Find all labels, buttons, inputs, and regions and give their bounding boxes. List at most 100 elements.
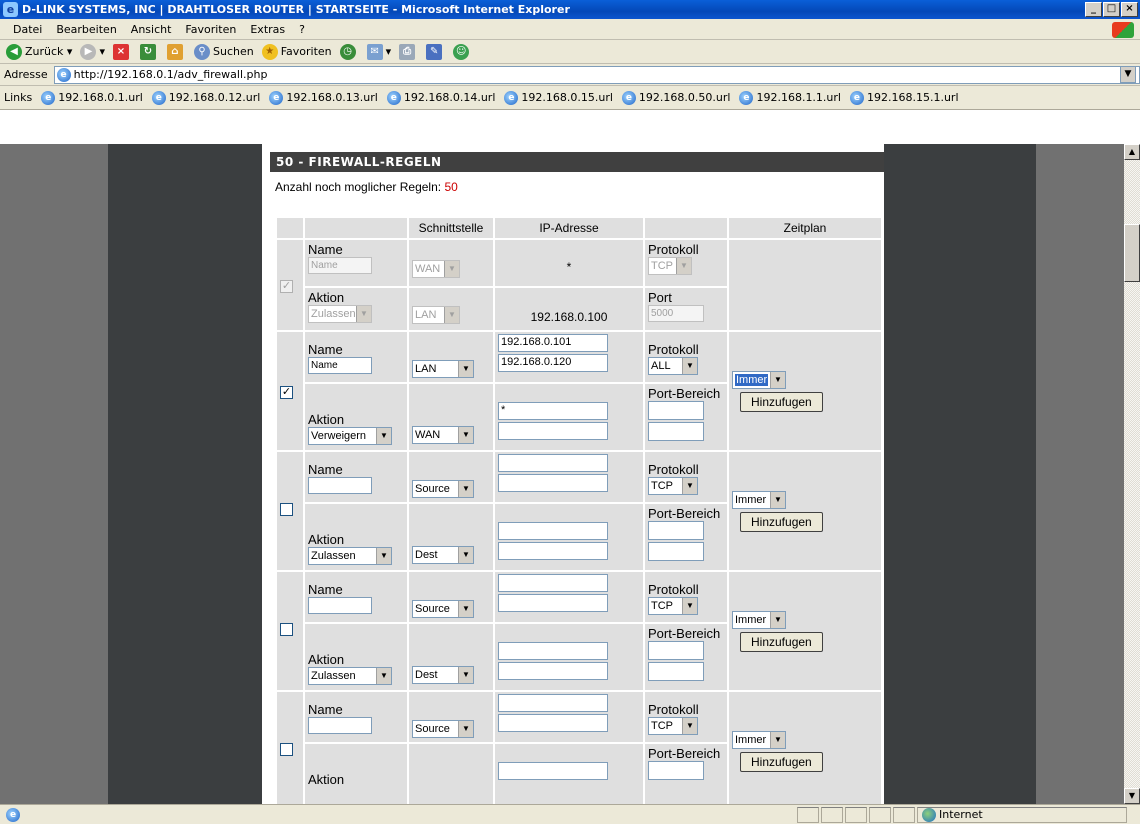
link-item[interactable]: e 192.168.0.15.url — [504, 90, 613, 105]
link-item[interactable]: e 192.168.15.1.url — [849, 90, 959, 105]
stop-button[interactable]: × — [112, 43, 132, 60]
favorites-button[interactable]: ★ Favoriten — [261, 43, 332, 60]
rule-name-input[interactable] — [308, 597, 372, 614]
rule-name-input[interactable] — [308, 477, 372, 494]
dest-interface-select[interactable]: WAN ▼ — [412, 426, 474, 444]
back-button[interactable]: ◀ Zurück ▾ — [6, 43, 72, 60]
link-item[interactable]: e 192.168.0.1.url — [41, 90, 143, 105]
history-button[interactable]: ◷ — [339, 43, 359, 60]
address-dropdown-button[interactable]: ▼ — [1120, 66, 1136, 83]
chevron-down-icon: ▼ — [376, 548, 391, 564]
menu-ansicht[interactable]: Ansicht — [131, 23, 172, 36]
menu-bearbeiten[interactable]: Bearbeiten — [56, 23, 116, 36]
protocol-select[interactable]: ALL ▼ — [648, 357, 698, 375]
rule-name-input[interactable]: Name — [308, 257, 372, 274]
port-input[interactable]: 5000 — [648, 305, 704, 322]
link-item[interactable]: e 192.168.0.50.url — [621, 90, 730, 105]
print-button[interactable]: ⎙ — [399, 43, 418, 60]
dest-ip-end-input[interactable] — [498, 542, 608, 560]
port-end-input[interactable] — [648, 422, 704, 441]
chevron-down-icon: ▼ — [682, 598, 697, 614]
menu-extras[interactable]: Extras — [250, 23, 285, 36]
schedule-select[interactable]: Immer ▼ — [732, 490, 786, 509]
menu-help[interactable]: ? — [299, 23, 305, 36]
address-input[interactable]: e http://192.168.0.1/adv_firewall.php — [53, 65, 1140, 84]
source-ip-start-input[interactable] — [498, 574, 608, 592]
port-range-label: Port-Bereich — [648, 506, 721, 521]
protocol-cell: Protokoll ALL ▼ — [645, 332, 727, 382]
source-interface-select[interactable]: Source ▼ — [412, 480, 474, 498]
source-ip-start-input[interactable]: 192.168.0.101 — [498, 334, 608, 352]
source-ip-end-input[interactable]: 192.168.0.120 — [498, 354, 608, 372]
forward-button[interactable]: ▶ ▾ — [80, 43, 105, 60]
rule-enable-checkbox[interactable] — [280, 503, 293, 516]
protocol-select[interactable]: TCP ▼ — [648, 477, 698, 495]
rule-enable-checkbox[interactable]: ✓ — [280, 279, 293, 293]
action-select[interactable]: Zulassen ▼ — [308, 667, 392, 685]
port-end-input[interactable] — [648, 542, 704, 561]
dest-ip-start-input[interactable] — [498, 642, 608, 660]
schedule-select[interactable]: Immer ▼ — [732, 610, 786, 629]
scroll-up-button[interactable]: ▲ — [1124, 144, 1140, 160]
rule-enable-checkbox[interactable]: ✓ — [280, 385, 293, 399]
protocol-select[interactable]: TCP ▼ — [648, 597, 698, 615]
rule-enable-checkbox[interactable] — [280, 743, 293, 756]
minimize-button[interactable]: _ — [1085, 2, 1102, 17]
source-ip-end-input[interactable] — [498, 594, 608, 612]
source-interface-select[interactable]: Source ▼ — [412, 720, 474, 738]
source-ip-end-input[interactable] — [498, 714, 608, 732]
dest-ip-end-input[interactable] — [498, 422, 608, 440]
port-start-input[interactable] — [648, 401, 704, 420]
add-schedule-button[interactable]: Hinzufugen — [740, 511, 823, 532]
dest-ip-start-input[interactable] — [498, 762, 608, 780]
link-item[interactable]: e 192.168.0.12.url — [151, 90, 260, 105]
action-select[interactable]: Zulassen ▼ — [308, 305, 372, 323]
status-segment — [893, 806, 915, 823]
port-start-input[interactable] — [648, 521, 704, 540]
protocol-label: Protokoll — [648, 702, 699, 717]
add-schedule-button[interactable]: Hinzufugen — [740, 631, 823, 652]
refresh-button[interactable]: ↻ — [139, 43, 159, 60]
action-select[interactable]: Zulassen ▼ — [308, 547, 392, 565]
dest-interface-select[interactable]: Dest ▼ — [412, 546, 474, 564]
dest-interface-select[interactable]: LAN ▼ — [412, 306, 460, 324]
port-start-input[interactable] — [648, 761, 704, 780]
menu-favoriten[interactable]: Favoriten — [185, 23, 236, 36]
schedule-select[interactable]: Immer ▼ — [732, 370, 786, 389]
close-button[interactable]: × — [1121, 2, 1138, 17]
edit-button[interactable]: ✎ — [426, 43, 445, 60]
maximize-button[interactable]: □ — [1103, 2, 1120, 17]
port-end-input[interactable] — [648, 662, 704, 681]
port-start-input[interactable] — [648, 641, 704, 660]
home-button[interactable]: ⌂ — [166, 43, 186, 60]
search-button[interactable]: ⚲ Suchen — [193, 43, 254, 60]
scroll-thumb[interactable] — [1124, 224, 1140, 282]
vertical-scrollbar[interactable]: ▲ ▼ — [1124, 144, 1140, 804]
source-ip-start-input[interactable] — [498, 694, 608, 712]
add-schedule-button[interactable]: Hinzufugen — [740, 391, 823, 412]
source-ip-end-input[interactable] — [498, 474, 608, 492]
link-item[interactable]: e 192.168.0.13.url — [269, 90, 378, 105]
dest-ip-start-input[interactable] — [498, 522, 608, 540]
schedule-select[interactable]: Immer ▼ — [732, 730, 786, 749]
link-item[interactable]: e 192.168.1.1.url — [739, 90, 841, 105]
menu-datei[interactable]: Datei — [13, 23, 42, 36]
rule-enable-checkbox[interactable] — [280, 623, 293, 636]
dest-ip-start-input[interactable]: * — [498, 402, 608, 420]
dest-interface-select[interactable]: Dest ▼ — [412, 666, 474, 684]
add-schedule-button[interactable]: Hinzufugen — [740, 751, 823, 772]
source-interface-select[interactable]: LAN ▼ — [412, 360, 474, 378]
mail-button[interactable]: ✉ ▾ — [366, 43, 391, 60]
rule-name-input[interactable] — [308, 717, 372, 734]
source-interface-select[interactable]: Source ▼ — [412, 600, 474, 618]
action-select[interactable]: Verweigern ▼ — [308, 427, 392, 445]
scroll-down-button[interactable]: ▼ — [1124, 788, 1140, 804]
source-interface-select[interactable]: WAN ▼ — [412, 260, 460, 278]
rule-name-input[interactable]: Name — [308, 357, 372, 374]
source-ip-start-input[interactable] — [498, 454, 608, 472]
link-item[interactable]: e 192.168.0.14.url — [386, 90, 495, 105]
protocol-select[interactable]: TCP ▼ — [648, 257, 692, 275]
messenger-button[interactable]: ☺ — [453, 43, 472, 60]
dest-ip-end-input[interactable] — [498, 662, 608, 680]
protocol-select[interactable]: TCP ▼ — [648, 717, 698, 735]
